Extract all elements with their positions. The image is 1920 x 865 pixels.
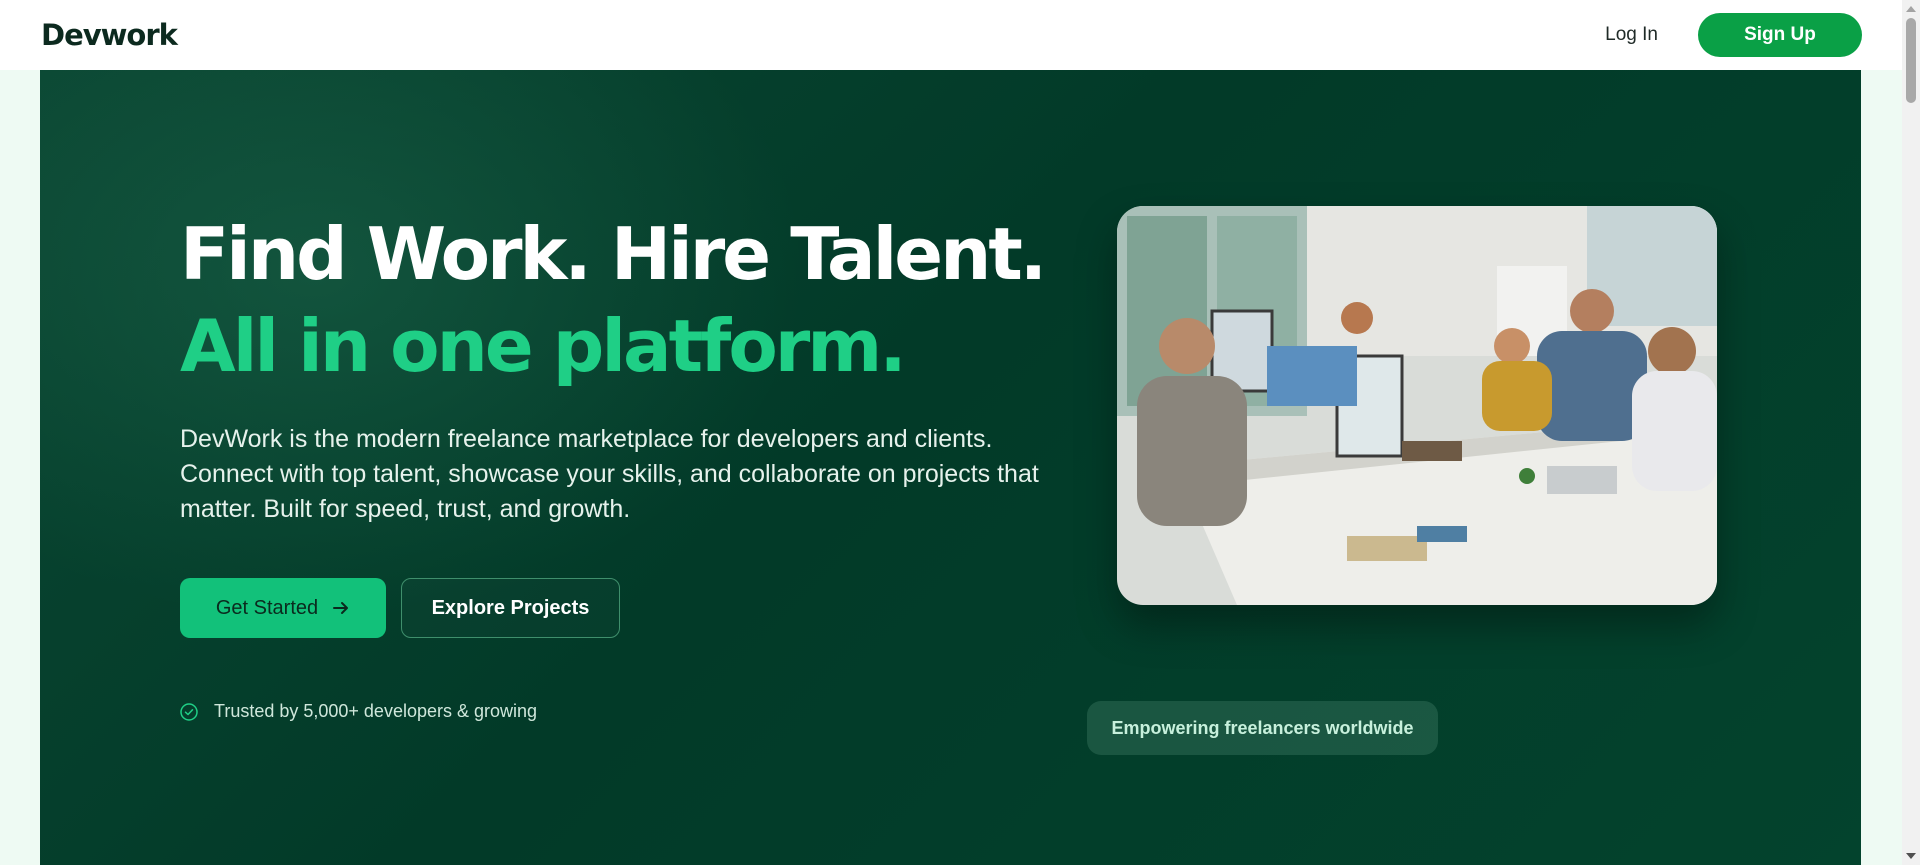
empowering-badge: Empowering freelancers worldwide — [1087, 701, 1438, 755]
hero-section: Find Work. Hire Talent. All in one platf… — [40, 70, 1861, 865]
hero-title-line2: All in one platform. — [180, 304, 907, 388]
vertical-scrollbar[interactable] — [1902, 0, 1920, 865]
hero-cta-row: Get Started Explore Projects — [180, 578, 620, 638]
trusted-text: Trusted by 5,000+ developers & growing — [214, 701, 538, 721]
page: Devwork Log In Sign Up Find Work. Hire T… — [0, 0, 1920, 865]
scroll-down-arrow-icon[interactable] — [1906, 853, 1916, 859]
signup-button[interactable]: Sign Up — [1698, 13, 1862, 57]
logo[interactable]: Devwork — [41, 18, 178, 52]
hero-description: DevWork is the modern freelance marketpl… — [180, 425, 1039, 523]
get-started-button[interactable]: Get Started — [180, 578, 386, 638]
trusted-note: Trusted by 5,000+ developers & growing — [180, 701, 537, 722]
check-circle-icon — [180, 702, 198, 721]
scroll-thumb[interactable] — [1906, 18, 1916, 103]
header-nav: Log In Sign Up — [1605, 13, 1862, 57]
login-link[interactable]: Log In — [1605, 24, 1658, 46]
office-photo — [1117, 206, 1717, 605]
hero-title-line1: Find Work. Hire Talent. — [180, 212, 1047, 296]
explore-projects-button[interactable]: Explore Projects — [401, 578, 620, 638]
get-started-label: Get Started — [215, 596, 319, 619]
scroll-up-arrow-icon[interactable] — [1906, 6, 1916, 12]
hero-title: Find Work. Hire Talent. All in one platf… — [180, 208, 1047, 392]
site-header: Devwork Log In Sign Up — [0, 0, 1902, 70]
arrow-right-icon — [332, 599, 350, 617]
